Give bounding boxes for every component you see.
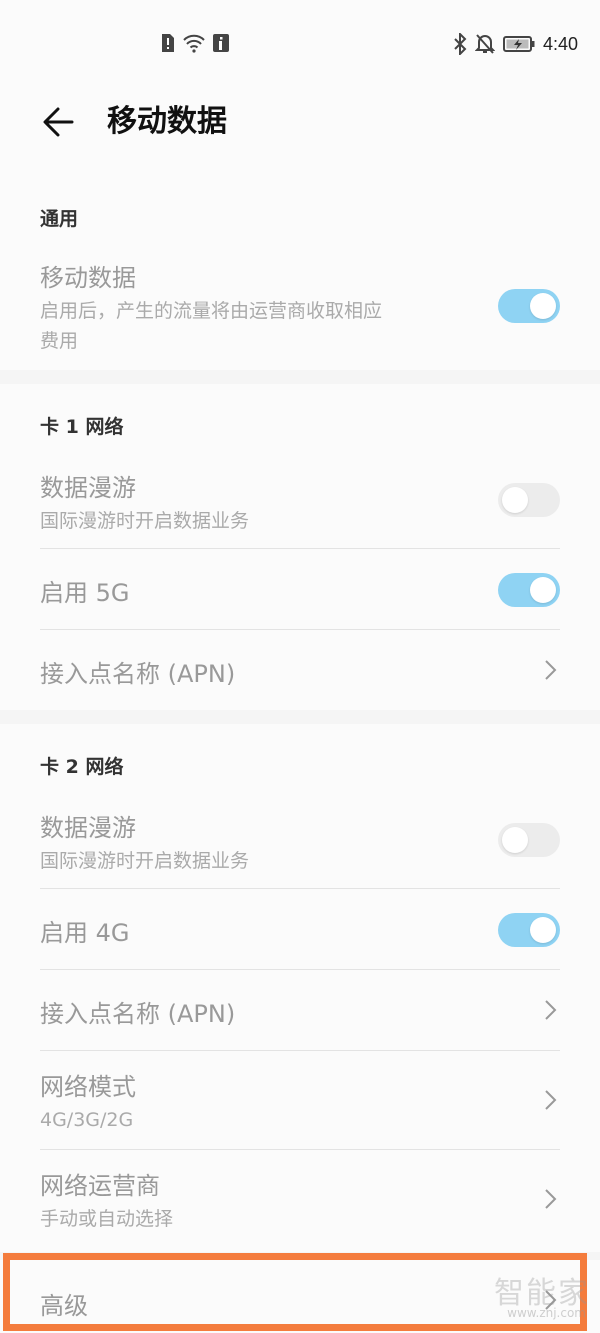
clock: 4:40 bbox=[542, 33, 578, 54]
card1-roaming-toggle[interactable] bbox=[498, 483, 560, 517]
mobile-data-subtitle-2: 费用 bbox=[40, 330, 79, 352]
card1-enable-5g-title: 启用 5G bbox=[40, 579, 130, 607]
card2-enable-4g-toggle[interactable] bbox=[498, 913, 560, 947]
mobile-data-row[interactable]: 移动数据 启用后，产生的流量将由运营商收取相应 费用 bbox=[40, 258, 560, 358]
card2-roaming-toggle[interactable] bbox=[498, 823, 560, 857]
card2-roaming-title: 数据漫游 bbox=[40, 814, 136, 842]
card1-section: 卡 1 网络 数据漫游 国际漫游时开启数据业务 启用 5G 接入点名称 (APN… bbox=[0, 384, 600, 710]
status-bar: 4:40 bbox=[0, 0, 600, 90]
card1-roaming-row[interactable]: 数据漫游 国际漫游时开启数据业务 bbox=[40, 468, 560, 548]
toggle-knob bbox=[502, 487, 528, 513]
card2-operator-subtitle: 手动或自动选择 bbox=[40, 1208, 174, 1230]
info-icon bbox=[212, 33, 230, 53]
card1-roaming-subtitle: 国际漫游时开启数据业务 bbox=[40, 510, 250, 532]
section-title-card2: 卡 2 网络 bbox=[40, 756, 124, 778]
card2-operator-row[interactable]: 网络运营商 手动或自动选择 bbox=[40, 1150, 560, 1248]
mute-icon bbox=[474, 33, 495, 55]
card2-network-mode-subtitle: 4G/3G/2G bbox=[40, 1109, 134, 1131]
toggle-knob bbox=[530, 293, 556, 319]
section-title-general: 通用 bbox=[40, 208, 79, 230]
toggle-knob bbox=[530, 577, 556, 603]
card2-roaming-row[interactable]: 数据漫游 国际漫游时开启数据业务 bbox=[40, 808, 560, 888]
page-title: 移动数据 bbox=[107, 104, 227, 139]
card1-roaming-title: 数据漫游 bbox=[40, 474, 136, 502]
card2-apn-title: 接入点名称 (APN) bbox=[40, 1000, 236, 1028]
back-arrow-icon bbox=[43, 107, 74, 137]
card2-section: 卡 2 网络 数据漫游 国际漫游时开启数据业务 启用 4G 接入点名称 (APN… bbox=[0, 724, 600, 1252]
card2-network-mode-row[interactable]: 网络模式 4G/3G/2G bbox=[40, 1051, 560, 1149]
battery-charging-icon bbox=[502, 35, 535, 53]
toggle-knob bbox=[502, 827, 528, 853]
bluetooth-icon bbox=[453, 33, 467, 55]
card2-operator-title: 网络运营商 bbox=[40, 1172, 160, 1200]
chevron-right-icon bbox=[545, 1000, 557, 1020]
card1-enable-5g-row[interactable]: 启用 5G bbox=[40, 549, 560, 629]
mobile-data-subtitle-1: 启用后，产生的流量将由运营商收取相应 bbox=[40, 300, 383, 322]
card2-apn-row[interactable]: 接入点名称 (APN) bbox=[40, 970, 560, 1050]
chevron-right-icon bbox=[545, 1090, 557, 1110]
general-section: 通用 移动数据 启用后，产生的流量将由运营商收取相应 费用 bbox=[0, 180, 600, 370]
card1-enable-5g-toggle[interactable] bbox=[498, 573, 560, 607]
chevron-right-icon bbox=[545, 660, 557, 680]
back-button[interactable] bbox=[36, 98, 84, 146]
mobile-data-screen: 4:40 移动数据 通用 移动数据 启用后，产生的流量将由运营商收取相应 费用 … bbox=[0, 0, 600, 1333]
card2-roaming-subtitle: 国际漫游时开启数据业务 bbox=[40, 850, 250, 872]
card2-network-mode-title: 网络模式 bbox=[40, 1073, 136, 1101]
sim-alert-icon bbox=[160, 33, 176, 53]
card2-enable-4g-row[interactable]: 启用 4G bbox=[40, 889, 560, 969]
toggle-knob bbox=[530, 917, 556, 943]
section-title-card1: 卡 1 网络 bbox=[40, 416, 124, 438]
card2-enable-4g-title: 启用 4G bbox=[40, 919, 130, 947]
card1-apn-row[interactable]: 接入点名称 (APN) bbox=[40, 630, 560, 710]
wifi-icon bbox=[182, 33, 206, 53]
card1-apn-title: 接入点名称 (APN) bbox=[40, 660, 236, 688]
app-header: 移动数据 bbox=[0, 90, 600, 180]
chevron-right-icon bbox=[545, 1189, 557, 1209]
mobile-data-toggle[interactable] bbox=[498, 289, 560, 323]
watermark-url: www.znj.com bbox=[507, 1306, 586, 1320]
mobile-data-title: 移动数据 bbox=[40, 264, 136, 292]
